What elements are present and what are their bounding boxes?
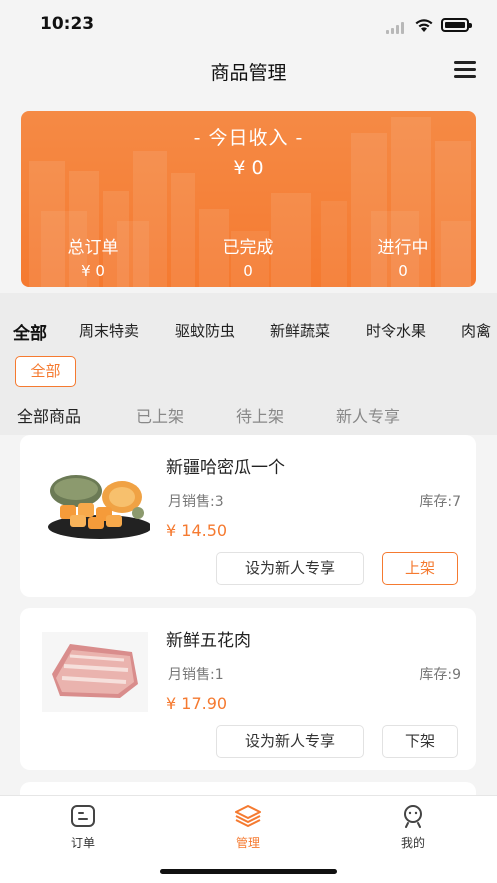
menu-icon[interactable] bbox=[454, 60, 478, 80]
tab-management[interactable]: 管理 bbox=[208, 804, 288, 851]
status-tab-new-user[interactable]: 新人专享 bbox=[336, 403, 400, 427]
stat-in-progress: 进行中 0 bbox=[343, 233, 463, 280]
category-tab-meat[interactable]: 肉禽 bbox=[461, 320, 491, 341]
set-new-user-exclusive-button[interactable]: 设为新人专享 bbox=[216, 725, 364, 758]
product-stock: 库存:9 bbox=[419, 667, 461, 683]
battery-icon bbox=[441, 18, 472, 32]
delist-product-button[interactable]: 下架 bbox=[382, 725, 458, 758]
stat-total-orders: 总订单 ¥ 0 bbox=[33, 233, 153, 280]
tab-profile[interactable]: 我的 bbox=[373, 804, 453, 851]
stat-label: 已完成 bbox=[222, 238, 274, 258]
tab-label: 管理 bbox=[235, 836, 260, 850]
order-icon bbox=[71, 805, 95, 827]
layers-icon bbox=[235, 805, 261, 827]
product-price: ¥ 17.90 bbox=[166, 694, 228, 713]
product-image-melon bbox=[48, 475, 150, 539]
category-section: 全部 周末特卖 驱蚊防虫 新鲜蔬菜 时令水果 肉禽 全部 全部商品 已上架 待上… bbox=[0, 293, 497, 435]
status-tabs: 全部商品 已上架 待上架 新人专享 bbox=[0, 403, 497, 427]
set-new-user-exclusive-button[interactable]: 设为新人专享 bbox=[216, 552, 364, 585]
category-tab-weekend-sale[interactable]: 周末特卖 bbox=[79, 320, 139, 341]
wifi-icon bbox=[415, 19, 433, 32]
status-tab-listed[interactable]: 已上架 bbox=[136, 403, 184, 427]
stat-completed: 已完成 0 bbox=[188, 233, 308, 280]
category-tab-all[interactable]: 全部 bbox=[13, 320, 47, 344]
product-card[interactable]: 新疆哈密瓜一个 月销售:3 库存:7 ¥ 14.50 设为新人专享 上架 bbox=[20, 435, 476, 597]
status-tab-all-products[interactable]: 全部商品 bbox=[17, 403, 81, 427]
cellular-signal-icon bbox=[386, 22, 408, 34]
list-product-button[interactable]: 上架 bbox=[382, 552, 458, 585]
product-monthly-sales: 月销售:1 bbox=[168, 667, 224, 683]
income-title: - 今日收入 - bbox=[193, 127, 304, 149]
category-tab-mosquito[interactable]: 驱蚊防虫 bbox=[175, 320, 235, 341]
home-indicator bbox=[160, 869, 337, 874]
product-stock: 库存:7 bbox=[419, 494, 461, 510]
subcategory-chip-all[interactable]: 全部 bbox=[15, 356, 76, 387]
income-card: - 今日收入 - ¥ 0 总订单 ¥ 0 已完成 0 进行中 0 bbox=[21, 111, 476, 287]
category-tabs: 全部 周末特卖 驱蚊防虫 新鲜蔬菜 时令水果 肉禽 bbox=[0, 320, 497, 344]
product-card[interactable]: 新鲜五花肉 月销售:1 库存:9 ¥ 17.90 设为新人专享 下架 bbox=[20, 608, 476, 770]
status-bar: 10:23 bbox=[0, 0, 497, 50]
profile-icon bbox=[404, 805, 422, 828]
category-tab-fruits[interactable]: 时令水果 bbox=[366, 320, 426, 341]
stat-value: 0 bbox=[398, 262, 408, 280]
stat-value: ¥ 0 bbox=[81, 262, 105, 280]
product-price: ¥ 14.50 bbox=[166, 521, 228, 540]
income-value: ¥ 0 bbox=[233, 157, 264, 179]
product-name: 新鲜五花肉 bbox=[166, 631, 251, 651]
page-title: 商品管理 bbox=[210, 62, 287, 84]
tab-label: 我的 bbox=[400, 836, 425, 850]
product-image-pork bbox=[42, 632, 148, 712]
tab-label: 订单 bbox=[70, 836, 95, 850]
product-monthly-sales: 月销售:3 bbox=[168, 494, 224, 510]
stat-label: 总订单 bbox=[67, 238, 119, 258]
status-tab-pending[interactable]: 待上架 bbox=[236, 403, 284, 427]
tab-orders[interactable]: 订单 bbox=[43, 804, 123, 851]
status-time: 10:23 bbox=[40, 14, 95, 34]
stat-value: 0 bbox=[243, 262, 253, 280]
category-tab-vegetables[interactable]: 新鲜蔬菜 bbox=[270, 320, 330, 341]
product-name: 新疆哈密瓜一个 bbox=[166, 458, 285, 478]
stat-label: 进行中 bbox=[377, 238, 429, 258]
